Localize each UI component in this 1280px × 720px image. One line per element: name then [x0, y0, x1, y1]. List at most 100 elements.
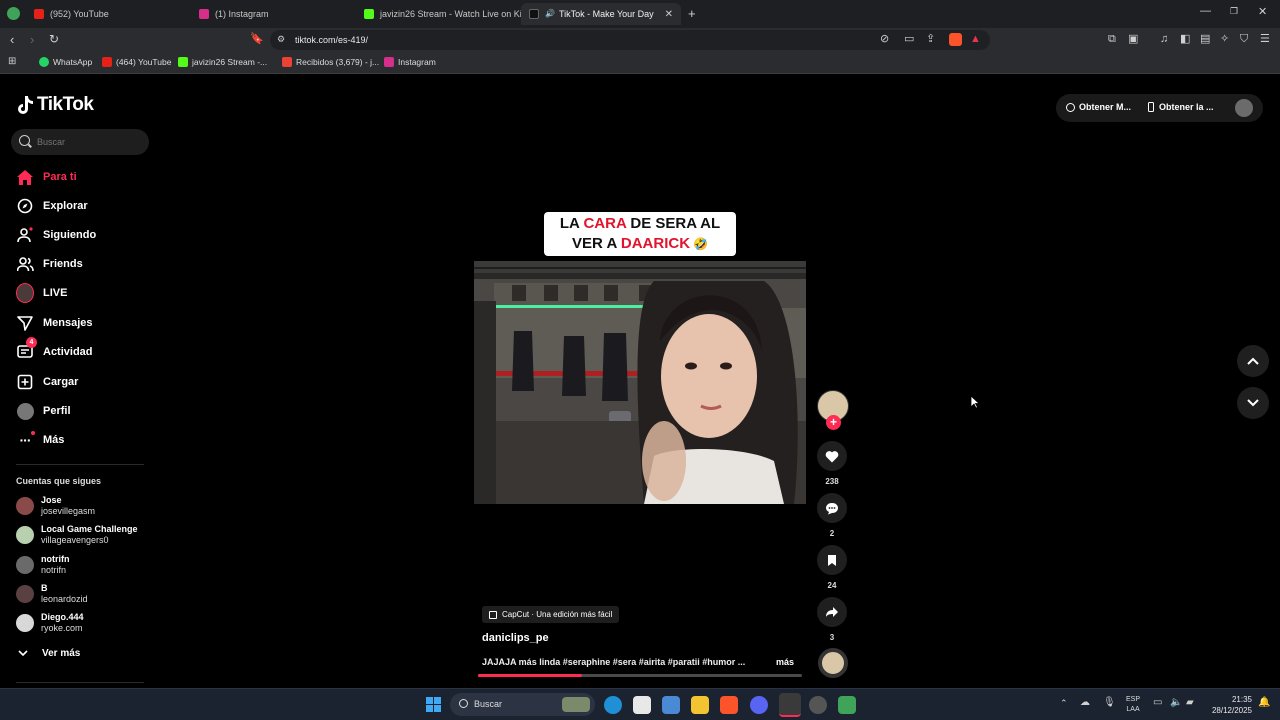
browser-profile-icon[interactable] [7, 7, 20, 20]
office-icon[interactable] [662, 696, 680, 714]
nav-siguiendo[interactable]: Siguiendo [16, 226, 96, 244]
bookmark-instagram[interactable]: Instagram [384, 57, 436, 67]
wallet-icon[interactable]: ▤ [1200, 34, 1210, 45]
nav-para-ti[interactable]: Para ti [16, 168, 77, 186]
bookmark-kick[interactable]: javizin26 Stream -... [178, 57, 267, 67]
url-field[interactable]: ⚙ tiktok.com/es-419/ ⊘ ▭ ⇪ ▲ [270, 30, 990, 50]
overlay-highlight: DAARICK [620, 235, 691, 252]
screenshot-icon[interactable]: ▣ [1128, 34, 1138, 45]
nav-mas[interactable]: ··· Más [16, 431, 64, 449]
keyboard-language[interactable]: ESP LAA [1126, 695, 1140, 715]
clock[interactable]: 21:35 28/12/2025 [1206, 694, 1252, 716]
bookmark-icon[interactable]: 🔖 [250, 34, 264, 45]
app-icon[interactable] [838, 696, 856, 714]
music-disc-avatar[interactable] [818, 648, 848, 678]
sidebar-bottom-divider [16, 682, 144, 683]
user-avatar[interactable] [1235, 99, 1253, 117]
sidebar-toggle-icon[interactable]: ◧ [1180, 34, 1190, 45]
share-icon[interactable]: ⇪ [926, 34, 935, 45]
onedrive-icon[interactable]: ☁ [1080, 698, 1090, 708]
video-frame[interactable] [474, 261, 806, 504]
capcut-badge[interactable]: CapCut · Una edición más fácil [482, 606, 620, 623]
nav-friends[interactable]: Friends [16, 255, 83, 273]
comment-button[interactable]: 2 [817, 493, 847, 538]
notification-bell-icon[interactable]: 🔔 [1258, 698, 1270, 708]
following-account[interactable]: Jose josevillegasm [16, 495, 95, 517]
extensions-icon[interactable]: ⧉ [1108, 34, 1116, 45]
reload-icon[interactable]: ↻ [49, 33, 59, 45]
search-input[interactable] [37, 134, 142, 150]
following-account[interactable]: Bleonardozid [16, 583, 88, 605]
see-more-button[interactable]: Ver más [16, 646, 80, 660]
tray-chevron-icon[interactable]: ⌃ [1060, 699, 1068, 708]
activity-badge: 4 [26, 337, 37, 348]
following-account[interactable]: Local Game Challenge villageavengers0 [16, 524, 138, 546]
nav-mensajes[interactable]: Mensajes [16, 314, 93, 332]
video-author[interactable]: daniclips_pe [482, 632, 549, 644]
brave-icon[interactable] [720, 696, 738, 714]
bookmark-youtube[interactable]: (464) YouTube [102, 57, 171, 67]
league-icon[interactable] [779, 693, 801, 717]
nav-live[interactable]: LIVE [16, 283, 67, 303]
overlay-text: VER A [571, 235, 621, 252]
tab-tiktok[interactable]: 🔊 TikTok - Make Your Day ✕ [521, 3, 681, 25]
tab-youtube[interactable]: (952) YouTube [26, 3, 191, 25]
leo-ai-icon[interactable]: ✧ [1220, 34, 1229, 45]
tiktok-logo-text: TikTok [37, 94, 94, 115]
nav-explorar[interactable]: Explorar [16, 197, 88, 215]
taskbar-search[interactable]: Buscar [450, 693, 595, 716]
media-icon[interactable]: ♫ [1160, 34, 1168, 45]
nav-perfil[interactable]: Perfil [16, 402, 71, 420]
start-icon[interactable] [426, 697, 441, 712]
account-name: Local Game Challenge [41, 524, 138, 534]
caption-more-button[interactable]: más [776, 657, 794, 667]
like-button[interactable]: 238 [817, 441, 847, 486]
search-box[interactable] [11, 129, 149, 155]
brave-shield-icon[interactable] [949, 33, 962, 46]
apps-grid-icon[interactable]: ⊞ [8, 57, 16, 67]
tab-kick[interactable]: javizin26 Stream - Watch Live on Kick [356, 3, 521, 25]
microphone-icon[interactable]: 🎙 [1103, 698, 1116, 708]
battery-icon[interactable]: ▰ [1186, 698, 1194, 708]
bookmark-whatsapp[interactable]: WhatsApp [39, 57, 92, 67]
restore-icon[interactable]: ❐ [1230, 7, 1238, 16]
bookmark-gmail[interactable]: Recibidos (3,679) - j... [282, 57, 379, 67]
site-info-icon[interactable]: ⚙ [277, 35, 285, 44]
tab-instagram[interactable]: (1) Instagram [191, 3, 356, 25]
get-coins-button[interactable]: Obtener M... [1066, 102, 1131, 112]
discord-icon[interactable] [750, 696, 768, 714]
minimize-icon[interactable]: — [1200, 6, 1211, 17]
file-explorer-icon[interactable] [691, 696, 709, 714]
vpn-icon[interactable]: ⛉ [1240, 34, 1248, 45]
edge-icon[interactable] [604, 696, 622, 714]
follow-plus-icon[interactable]: + [826, 415, 841, 430]
previous-video-button[interactable] [1237, 345, 1269, 377]
no-tracking-icon[interactable]: ⊘ [880, 34, 889, 45]
video-progress-track[interactable] [478, 674, 802, 677]
brave-rewards-icon[interactable]: ▲ [970, 34, 981, 45]
get-app-button[interactable]: Obtener la ... [1148, 102, 1214, 112]
store-icon[interactable] [633, 696, 651, 714]
nav-cargar[interactable]: Cargar [16, 373, 78, 391]
top-actions-bar: Obtener M... Obtener la ... [1056, 94, 1263, 122]
forward-icon[interactable]: › [30, 33, 34, 46]
share-button[interactable]: 3 [817, 597, 847, 642]
new-tab-icon[interactable]: + [688, 7, 696, 20]
cast-icon[interactable]: ▭ [904, 34, 914, 45]
url-text: tiktok.com/es-419/ [295, 35, 369, 45]
close-window-icon[interactable]: ✕ [1258, 7, 1267, 18]
following-account[interactable]: Diego.444 ryoke.com [16, 612, 84, 634]
account-handle: josevillegasm [41, 506, 96, 516]
tiktok-logo[interactable]: TikTok [16, 94, 94, 116]
tab-close-icon[interactable]: ✕ [665, 9, 673, 20]
nav-actividad[interactable]: 4 Actividad [16, 337, 93, 361]
network-icon[interactable]: ▭ [1153, 698, 1162, 708]
volume-icon[interactable]: 🔈 [1170, 698, 1182, 708]
author-avatar[interactable]: + [817, 390, 849, 430]
save-button[interactable]: 24 [817, 545, 847, 590]
steam-icon[interactable] [809, 696, 827, 714]
menu-icon[interactable]: ☰ [1260, 34, 1270, 45]
next-video-button[interactable] [1237, 387, 1269, 419]
following-account[interactable]: notrifn notrifn [16, 554, 70, 576]
back-icon[interactable]: ‹ [10, 33, 14, 46]
